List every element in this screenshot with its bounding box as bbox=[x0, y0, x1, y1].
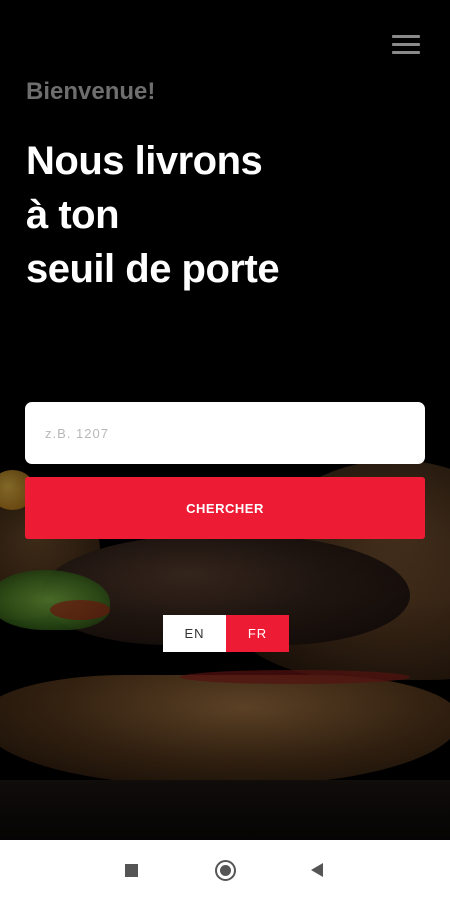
hamburger-menu-icon[interactable] bbox=[392, 34, 420, 56]
search-button[interactable]: CHERCHER bbox=[25, 477, 425, 539]
headline-line-1: Nous livrons bbox=[26, 139, 263, 183]
back-icon[interactable] bbox=[311, 863, 323, 877]
app-screen: Bienvenue! Nous livrons à ton seuil de p… bbox=[0, 0, 450, 840]
headline: Nous livrons à ton seuil de porte bbox=[26, 134, 280, 296]
language-option-en[interactable]: EN bbox=[163, 615, 226, 652]
postcode-search-input[interactable] bbox=[25, 402, 425, 464]
language-switch: EN FR bbox=[163, 615, 289, 652]
welcome-text: Bienvenue! bbox=[26, 78, 156, 105]
home-icon[interactable] bbox=[215, 860, 236, 881]
recent-apps-icon[interactable] bbox=[125, 864, 138, 877]
headline-line-3: seuil de porte bbox=[26, 247, 280, 291]
headline-line-2: à ton bbox=[26, 193, 120, 237]
language-option-fr[interactable]: FR bbox=[226, 615, 289, 652]
